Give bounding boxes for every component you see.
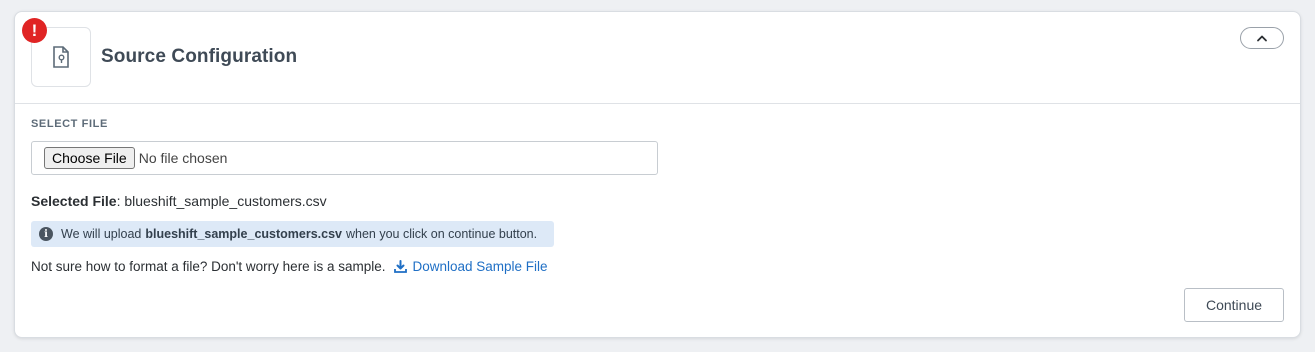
source-configuration-panel: ! Source Configuration SELECT FILE Choos… [14, 11, 1301, 338]
download-link-label: Download Sample File [412, 259, 548, 274]
file-status-text: No file chosen [138, 150, 228, 166]
info-icon: i [39, 227, 53, 241]
choose-file-button[interactable]: Choose File [44, 147, 135, 169]
selected-file: Selected File: blueshift_sample_customer… [31, 193, 327, 209]
info-banner: i We will upload blueshift_sample_custom… [31, 221, 554, 247]
info-filename: blueshift_sample_customers.csv [145, 227, 342, 241]
page-title: Source Configuration [101, 46, 298, 67]
error-badge: ! [22, 18, 47, 43]
select-file-label: SELECT FILE [31, 118, 108, 130]
chevron-up-icon [1257, 35, 1267, 42]
download-icon [394, 260, 408, 273]
selected-file-value: blueshift_sample_customers.csv [124, 193, 327, 209]
selected-file-label: Selected File [31, 193, 117, 209]
sample-row: Not sure how to format a file? Don't wor… [31, 259, 548, 274]
info-prefix: We will upload [61, 227, 142, 241]
selected-file-separator: : [116, 193, 121, 209]
panel-header: ! Source Configuration [15, 12, 1300, 104]
sample-text: Not sure how to format a file? Don't wor… [31, 259, 386, 274]
download-sample-link[interactable]: Download Sample File [394, 259, 548, 274]
collapse-button[interactable] [1240, 27, 1284, 49]
file-input[interactable]: Choose File No file chosen [31, 141, 658, 175]
info-suffix: when you click on continue button. [346, 227, 538, 241]
continue-button[interactable]: Continue [1184, 288, 1284, 322]
